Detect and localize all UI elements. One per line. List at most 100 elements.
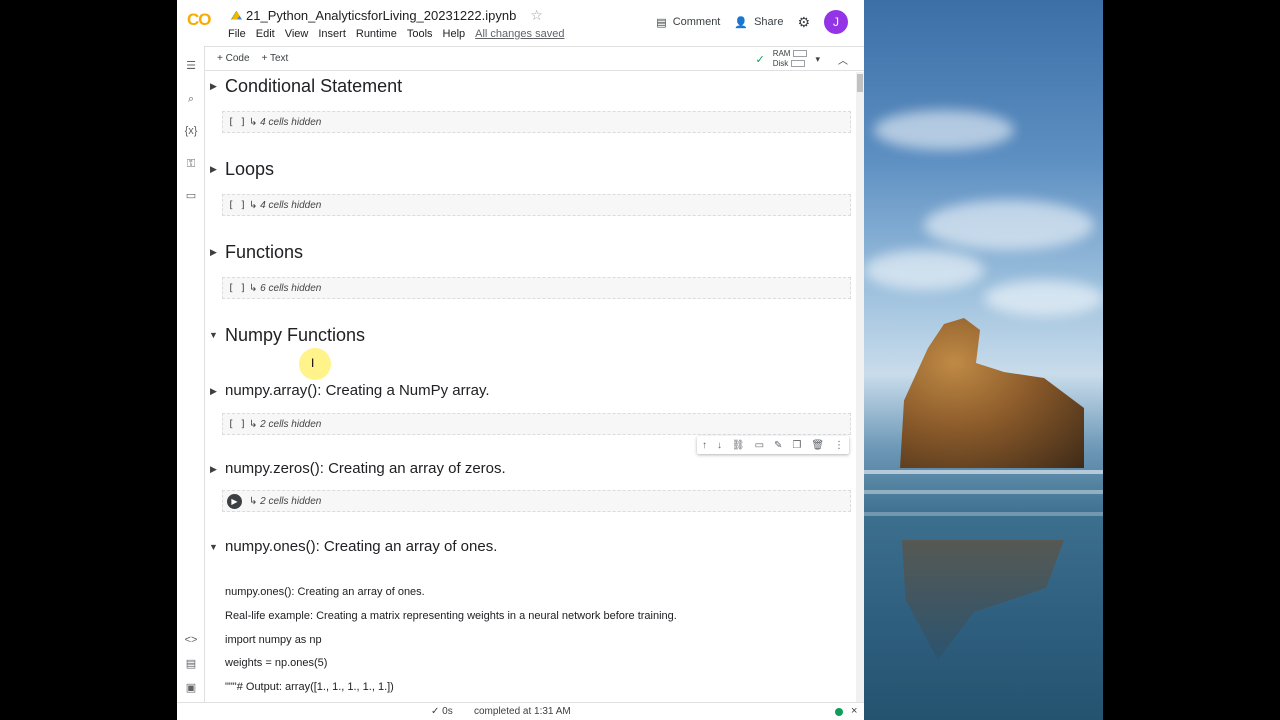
section-heading-numpy: Numpy Functions [225, 325, 366, 345]
section-heading-functions: Functions [225, 242, 304, 262]
text-line: numpy.ones(): Creating an array of ones. [225, 586, 425, 598]
section-heading-np-ones: numpy.ones(): Creating an array of ones. [225, 538, 498, 555]
colab-logo[interactable]: CO [187, 10, 211, 30]
hidden-cells-loops[interactable]: [ ] ↳ 4 cells hidden [222, 194, 851, 216]
terminal-icon[interactable]: ▣ [183, 680, 199, 696]
text-line: weights = np.ones(5) [225, 657, 328, 669]
status-bar: ✓ 0s completed at 1:31 AM × [177, 702, 864, 720]
desktop-wallpaper [864, 0, 1103, 720]
runtime-dropdown-chevron-icon[interactable]: ▾ [815, 54, 820, 65]
notebook-content: ▶ Conditional Statement [ ] ↳ 4 cells hi… [205, 72, 864, 702]
rock-formation [900, 318, 1084, 468]
expand-triangle-icon[interactable]: ▶ [210, 386, 217, 397]
ram-disk-meter[interactable]: RAM Disk [773, 49, 808, 69]
collapse-triangle-icon[interactable]: ▼ [209, 330, 218, 340]
expand-triangle-icon[interactable]: ▶ [210, 81, 217, 92]
share-button[interactable]: 👤 Share [734, 16, 783, 29]
mouse-cursor-highlight: I [299, 348, 331, 380]
command-palette-icon[interactable]: ▤ [183, 656, 199, 672]
section-heading-np-array: numpy.array(): Creating a NumPy array. [225, 382, 490, 399]
letterbox-right [1103, 0, 1280, 720]
secrets-key-icon[interactable]: ⚿ [183, 156, 199, 172]
menu-edit[interactable]: Edit [256, 28, 275, 40]
menu-view[interactable]: View [285, 28, 309, 40]
status-check-icon: ✓ 0s [431, 706, 453, 717]
connected-check-icon: ✓ [755, 53, 765, 66]
table-of-contents-icon[interactable]: ☰ [183, 58, 199, 74]
move-down-arrow-icon[interactable]: ↓ [717, 440, 722, 451]
status-connected-dot [835, 708, 843, 716]
run-cell-play-icon[interactable]: ▶ [227, 494, 242, 509]
letterbox-left [0, 0, 177, 720]
section-heading-loops: Loops [225, 159, 275, 179]
toolbar-add: + Code + Text [217, 53, 288, 64]
edit-pencil-icon[interactable]: ✎ [774, 440, 782, 451]
close-status-icon[interactable]: × [851, 705, 857, 717]
link-icon[interactable]: ⛓ [732, 440, 745, 451]
menu-help[interactable]: Help [443, 28, 466, 40]
menu-bar: File Edit View Insert Runtime Tools Help… [228, 28, 564, 40]
cell-toolbar: ↑ ↓ ⛓ ▭ ✎ ❐ 🗑 ⋮ [697, 436, 849, 454]
ram-meter [793, 50, 808, 58]
text-line: Real-life example: Creating a matrix rep… [225, 610, 677, 622]
section-heading-conditional: Conditional Statement [225, 76, 403, 96]
scrollbar-thumb[interactable] [857, 74, 863, 92]
scrollbar[interactable] [856, 72, 864, 702]
header-actions: ▤ Comment 👤 Share ⚙ J [656, 10, 848, 34]
more-options-icon[interactable]: ⋮ [834, 440, 844, 451]
mirror-cell-icon[interactable]: ❐ [792, 440, 801, 451]
text-line: import numpy as np [225, 634, 322, 646]
text-line: """# Output: array([1., 1., 1., 1., 1.]) [225, 681, 394, 693]
hidden-cells-label: ↳ 2 cells hidden [249, 419, 322, 430]
hidden-cells-np-array[interactable]: [ ] ↳ 2 cells hidden [222, 413, 851, 435]
avatar[interactable]: J [824, 10, 848, 34]
notebook-title-row: 21_Python_AnalyticsforLiving_20231222.ip… [231, 7, 543, 24]
comment-icon[interactable]: ▭ [755, 440, 764, 451]
expand-triangle-icon[interactable]: ▶ [210, 164, 217, 175]
delete-trash-icon[interactable]: 🗑 [811, 440, 824, 451]
cell-bracket: [ ] [228, 117, 247, 128]
disk-label: Disk [772, 59, 789, 68]
left-rail: ☰ ⌕ {x} ⚿ ▭ <> ▤ ▣ [177, 46, 205, 702]
cell-bracket: [ ] [228, 200, 247, 211]
menu-file[interactable]: File [228, 28, 246, 40]
menu-tools[interactable]: Tools [407, 28, 433, 40]
expand-triangle-icon[interactable]: ▶ [210, 464, 217, 475]
hidden-cells-functions[interactable]: [ ] ↳ 6 cells hidden [222, 277, 851, 299]
files-folder-icon[interactable]: ▭ [183, 188, 199, 204]
section-heading-np-zeros: numpy.zeros(): Creating an array of zero… [225, 460, 506, 477]
status-completed[interactable]: completed at 1:31 AM [474, 706, 571, 717]
notebook-title[interactable]: 21_Python_AnalyticsforLiving_20231222.ip… [246, 8, 516, 23]
expand-triangle-icon[interactable]: ▶ [210, 247, 217, 258]
menu-insert[interactable]: Insert [318, 28, 346, 40]
collapse-header-chevron-icon[interactable]: ︿ [838, 52, 848, 67]
comment-button[interactable]: ▤ Comment [656, 16, 720, 29]
ram-label: RAM [772, 49, 791, 58]
search-icon[interactable]: ⌕ [183, 91, 199, 107]
cell-bracket: [ ] [228, 283, 247, 294]
cell-bracket: [ ] [228, 419, 247, 430]
share-icon: 👤 [734, 16, 749, 29]
notebook-toolbar: + Code + Text ✓ RAM Disk ▾ ︿ [205, 46, 864, 71]
star-icon[interactable]: ☆ [530, 7, 543, 24]
hidden-cells-conditional[interactable]: [ ] ↳ 4 cells hidden [222, 111, 851, 133]
menu-runtime[interactable]: Runtime [356, 28, 397, 40]
move-up-arrow-icon[interactable]: ↑ [702, 440, 707, 451]
save-status[interactable]: All changes saved [475, 28, 564, 40]
add-code-button[interactable]: + Code [217, 53, 250, 64]
colab-window: CO 21_Python_AnalyticsforLiving_20231222… [177, 0, 864, 720]
comment-label: Comment [672, 16, 721, 28]
variables-icon[interactable]: {x} [183, 123, 199, 139]
runtime-status: ✓ RAM Disk ▾ ︿ [755, 49, 848, 69]
drive-icon [231, 10, 242, 20]
disk-meter [791, 60, 806, 68]
hidden-cells-np-zeros[interactable]: ▶ ↳ 2 cells hidden [222, 490, 851, 512]
code-snippets-icon[interactable]: <> [183, 632, 199, 648]
collapse-triangle-icon[interactable]: ▼ [209, 542, 218, 552]
hidden-cells-label: ↳ 4 cells hidden [249, 117, 322, 128]
text-cursor-icon: I [311, 356, 315, 370]
header: CO 21_Python_AnalyticsforLiving_20231222… [177, 0, 864, 46]
add-text-button[interactable]: + Text [262, 53, 289, 64]
comment-icon: ▤ [656, 16, 667, 29]
settings-gear-icon[interactable]: ⚙ [797, 14, 810, 31]
